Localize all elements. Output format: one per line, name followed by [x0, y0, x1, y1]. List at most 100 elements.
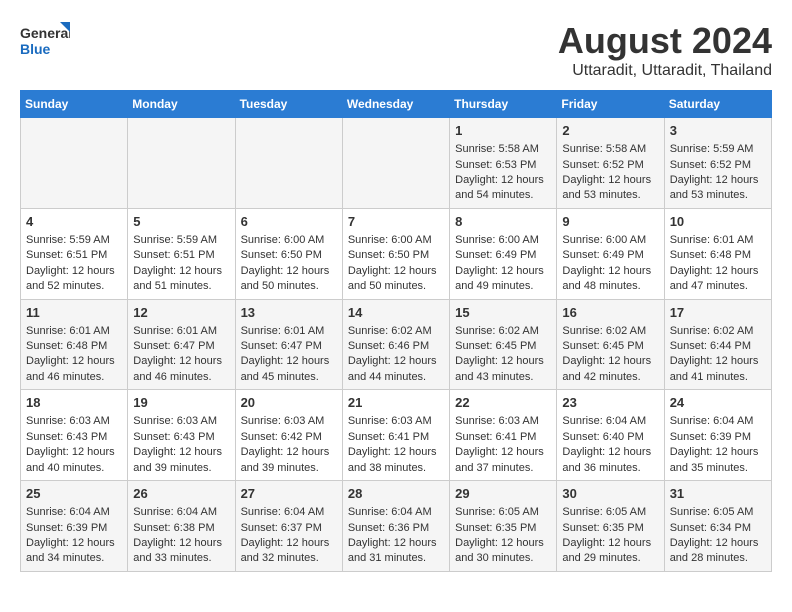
day-cell: [342, 118, 449, 209]
day-info: Daylight: 12 hours: [562, 265, 651, 277]
day-info: and 52 minutes.: [26, 280, 104, 292]
day-number: 12: [133, 304, 229, 322]
day-number: 29: [455, 485, 551, 503]
day-info: Daylight: 12 hours: [348, 355, 437, 367]
day-info: Sunrise: 6:02 AM: [562, 325, 646, 337]
day-info: Daylight: 12 hours: [562, 537, 651, 549]
day-info: Sunset: 6:38 PM: [133, 522, 214, 534]
day-info: Daylight: 12 hours: [670, 355, 759, 367]
header-saturday: Saturday: [664, 91, 771, 118]
day-number: 31: [670, 485, 766, 503]
day-info: Sunset: 6:51 PM: [26, 249, 107, 261]
day-info: and 32 minutes.: [241, 552, 319, 564]
day-number: 19: [133, 394, 229, 412]
svg-text:General: General: [20, 25, 70, 41]
day-info: Daylight: 12 hours: [670, 174, 759, 186]
day-info: and 39 minutes.: [133, 462, 211, 474]
day-cell: 30Sunrise: 6:05 AMSunset: 6:35 PMDayligh…: [557, 481, 664, 572]
day-cell: 20Sunrise: 6:03 AMSunset: 6:42 PMDayligh…: [235, 390, 342, 481]
day-info: Daylight: 12 hours: [241, 446, 330, 458]
day-info: Sunset: 6:39 PM: [670, 431, 751, 443]
day-info: Sunrise: 6:04 AM: [670, 415, 754, 427]
day-info: and 39 minutes.: [241, 462, 319, 474]
day-cell: 31Sunrise: 6:05 AMSunset: 6:34 PMDayligh…: [664, 481, 771, 572]
day-info: Sunset: 6:39 PM: [26, 522, 107, 534]
header-tuesday: Tuesday: [235, 91, 342, 118]
day-number: 16: [562, 304, 658, 322]
day-number: 26: [133, 485, 229, 503]
day-number: 13: [241, 304, 337, 322]
day-number: 8: [455, 213, 551, 231]
day-info: and 44 minutes.: [348, 371, 426, 383]
day-info: Daylight: 12 hours: [455, 537, 544, 549]
day-info: and 46 minutes.: [26, 371, 104, 383]
page-header: General Blue August 2024 Uttaradit, Utta…: [20, 20, 772, 80]
header-wednesday: Wednesday: [342, 91, 449, 118]
week-row-4: 18Sunrise: 6:03 AMSunset: 6:43 PMDayligh…: [21, 390, 772, 481]
day-info: Sunrise: 6:05 AM: [670, 506, 754, 518]
day-info: and 34 minutes.: [26, 552, 104, 564]
day-cell: 16Sunrise: 6:02 AMSunset: 6:45 PMDayligh…: [557, 299, 664, 390]
day-info: Sunset: 6:41 PM: [455, 431, 536, 443]
day-info: Sunset: 6:46 PM: [348, 340, 429, 352]
day-info: Sunrise: 6:04 AM: [241, 506, 325, 518]
header-thursday: Thursday: [450, 91, 557, 118]
calendar-table: SundayMondayTuesdayWednesdayThursdayFrid…: [20, 90, 772, 572]
day-info: and 51 minutes.: [133, 280, 211, 292]
day-cell: 21Sunrise: 6:03 AMSunset: 6:41 PMDayligh…: [342, 390, 449, 481]
calendar-header-row: SundayMondayTuesdayWednesdayThursdayFrid…: [21, 91, 772, 118]
day-info: Daylight: 12 hours: [348, 446, 437, 458]
day-cell: 2Sunrise: 5:58 AMSunset: 6:52 PMDaylight…: [557, 118, 664, 209]
day-info: Daylight: 12 hours: [133, 537, 222, 549]
day-info: and 49 minutes.: [455, 280, 533, 292]
week-row-3: 11Sunrise: 6:01 AMSunset: 6:48 PMDayligh…: [21, 299, 772, 390]
day-info: Daylight: 12 hours: [26, 355, 115, 367]
day-info: and 46 minutes.: [133, 371, 211, 383]
logo-svg: General Blue: [20, 20, 70, 64]
day-info: Sunset: 6:44 PM: [670, 340, 751, 352]
day-info: Sunrise: 6:01 AM: [26, 325, 110, 337]
day-info: and 53 minutes.: [562, 189, 640, 201]
day-info: Daylight: 12 hours: [241, 265, 330, 277]
day-cell: 8Sunrise: 6:00 AMSunset: 6:49 PMDaylight…: [450, 208, 557, 299]
day-number: 11: [26, 304, 122, 322]
day-info: Sunrise: 5:59 AM: [26, 234, 110, 246]
day-info: Sunrise: 6:03 AM: [348, 415, 432, 427]
page-subtitle: Uttaradit, Uttaradit, Thailand: [558, 62, 772, 80]
day-info: and 43 minutes.: [455, 371, 533, 383]
day-number: 21: [348, 394, 444, 412]
day-info: Daylight: 12 hours: [455, 355, 544, 367]
day-info: Sunrise: 5:59 AM: [133, 234, 217, 246]
day-cell: 11Sunrise: 6:01 AMSunset: 6:48 PMDayligh…: [21, 299, 128, 390]
day-info: Daylight: 12 hours: [455, 174, 544, 186]
day-number: 4: [26, 213, 122, 231]
day-number: 24: [670, 394, 766, 412]
day-info: Daylight: 12 hours: [241, 537, 330, 549]
day-cell: 28Sunrise: 6:04 AMSunset: 6:36 PMDayligh…: [342, 481, 449, 572]
day-cell: 5Sunrise: 5:59 AMSunset: 6:51 PMDaylight…: [128, 208, 235, 299]
day-number: 7: [348, 213, 444, 231]
day-info: Sunset: 6:45 PM: [562, 340, 643, 352]
day-info: Sunset: 6:51 PM: [133, 249, 214, 261]
day-cell: 10Sunrise: 6:01 AMSunset: 6:48 PMDayligh…: [664, 208, 771, 299]
day-cell: 14Sunrise: 6:02 AMSunset: 6:46 PMDayligh…: [342, 299, 449, 390]
day-info: Daylight: 12 hours: [455, 446, 544, 458]
day-info: and 29 minutes.: [562, 552, 640, 564]
day-cell: 9Sunrise: 6:00 AMSunset: 6:49 PMDaylight…: [557, 208, 664, 299]
day-number: 9: [562, 213, 658, 231]
week-row-5: 25Sunrise: 6:04 AMSunset: 6:39 PMDayligh…: [21, 481, 772, 572]
day-cell: 23Sunrise: 6:04 AMSunset: 6:40 PMDayligh…: [557, 390, 664, 481]
day-cell: 6Sunrise: 6:00 AMSunset: 6:50 PMDaylight…: [235, 208, 342, 299]
day-cell: [235, 118, 342, 209]
day-info: Daylight: 12 hours: [133, 355, 222, 367]
day-info: Sunrise: 6:02 AM: [670, 325, 754, 337]
day-cell: [128, 118, 235, 209]
day-info: Sunset: 6:42 PM: [241, 431, 322, 443]
day-info: Sunset: 6:50 PM: [241, 249, 322, 261]
day-info: and 50 minutes.: [348, 280, 426, 292]
day-cell: 1Sunrise: 5:58 AMSunset: 6:53 PMDaylight…: [450, 118, 557, 209]
day-info: and 42 minutes.: [562, 371, 640, 383]
day-info: Sunrise: 6:00 AM: [562, 234, 646, 246]
day-info: Daylight: 12 hours: [562, 446, 651, 458]
day-cell: 15Sunrise: 6:02 AMSunset: 6:45 PMDayligh…: [450, 299, 557, 390]
